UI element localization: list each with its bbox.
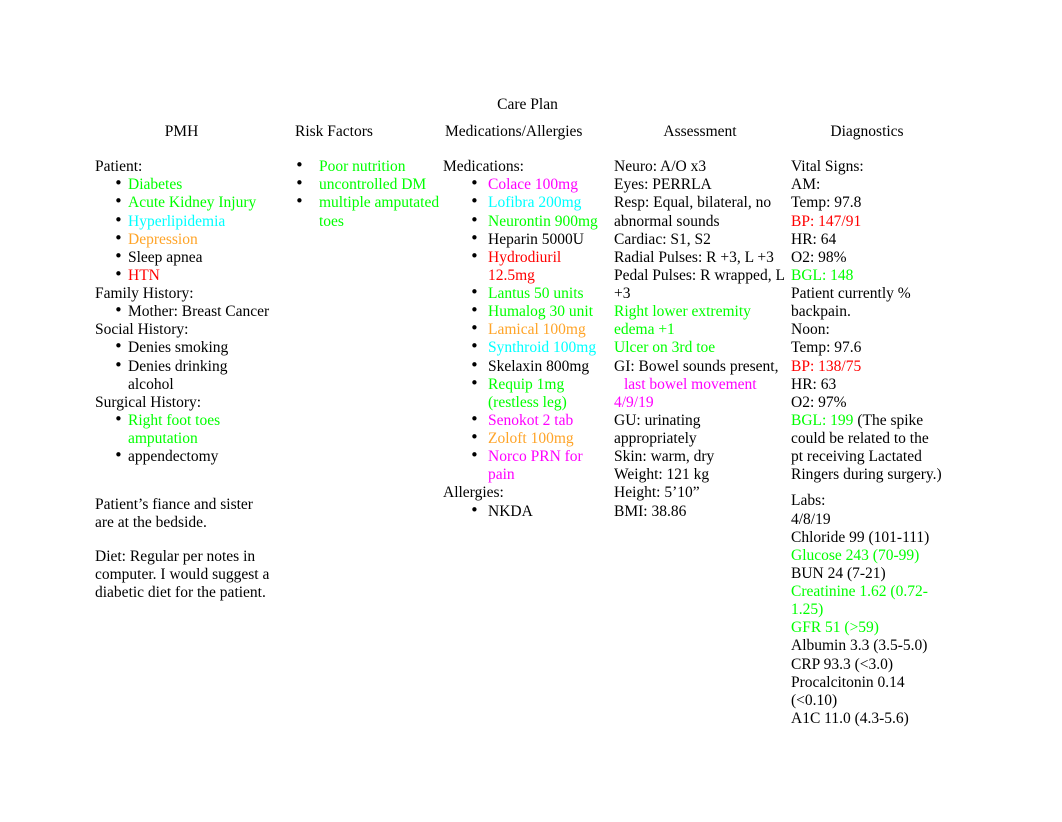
list-item: Poor nutrition [290,157,440,176]
assessment-gi-highlight: last bowel movement 4/9/19 [614,375,757,411]
diagnostics-bgl-noon-line: BGL: 199 (The spike could be related to … [791,412,943,485]
assessment-lines: Neuro: A/O x3 Eyes: PERRLA Resp: Equal, bi… [614,158,786,357]
text-line: HR: 64 [791,230,837,248]
list-item: Denies smoking [95,338,270,357]
column-pmh: PMH Patient: DiabetesAcute Kidney Injury… [95,123,270,602]
text-line: BUN 24 (7-21) [791,564,886,582]
pmh-note-family: Patient’s fiance and sister are at the b… [95,496,253,532]
pmh-family-history-list: Mother: Breast Cancer [95,302,270,321]
list-item: Denies drinking alcohol [95,356,270,394]
medications-list: Colace 100mgLofibra 200mgNeurontin 900mg… [443,175,611,484]
text-line: Pedal Pulses: R wrapped, L +3 [614,266,785,302]
column-heading-medications: Medications/Allergies [445,123,583,140]
text-line: Patient currently % backpain. [791,285,911,321]
list-item: Mother: Breast Cancer [95,302,270,321]
column-heading-assessment: Assessment [663,123,737,140]
diagnostics-vitals-label: Vital Signs: [791,158,864,176]
assessment-gi-prefix: GI: Bowel sounds present, [614,357,779,375]
text-line: CRP 93.3 (<3.0) [791,655,894,673]
column-risk-factors: Risk Factors Poor nutritionuncontrolled … [290,123,440,231]
text-line: Skin: warm, dry [614,448,715,466]
risk-factors-list: Poor nutritionuncontrolled DMmultiple am… [290,157,440,231]
text-line: GU: urinating appropriately [614,411,701,447]
list-item: multiple amputated toes [290,193,440,230]
medications-label: Medications: [443,158,524,176]
diagnostics-am-label: AM: [791,176,821,194]
list-item: HTN [95,266,270,285]
list-item: appendectomy [95,447,270,466]
text-line: Height: 5’10” [614,484,700,502]
pmh-patient-list: DiabetesAcute Kidney InjuryHyperlipidemi… [95,175,270,285]
text-line: Temp: 97.8 [791,194,862,212]
diagnostics-labs-lines: Chloride 99 (101-111) Glucose 243 (70-99)… [791,529,943,728]
diagnostics-labs-date: 4/8/19 [791,510,831,528]
text-line: Eyes: PERRLA [614,176,712,194]
pmh-surgical-history-list: Right foot toes amputationappendectomy [95,411,270,466]
list-item: Acute Kidney Injury [95,193,270,212]
diagnostics-bgl-noon-value: BGL: 199 [791,411,854,429]
list-item: Lantus 50 units [443,284,611,303]
list-item: Colace 100mg [443,175,611,194]
list-item: Lofibra 200mg [443,193,611,212]
list-item: Neurontin 900mg [443,211,611,231]
diagnostics-am-lines: Temp: 97.8 BP: 147/91 HR: 64 O2: 98% BGL: 14… [791,194,943,321]
list-item: Norco PRN for pain [443,447,611,484]
diagnostics-noon-lines: Temp: 97.6 BP: 138/75 HR: 63 O2: 97% [791,339,943,412]
list-item: Right foot toes amputation [95,411,270,448]
list-item: NKDA [443,501,611,521]
column-heading-risk-factors: Risk Factors [295,123,373,140]
text-line: Radial Pulses: R +3, L +3 [614,248,774,266]
column-assessment: Assessment Neuro: A/O x3 Eyes: PERRLA Resp… [614,123,786,521]
list-item: Hyperlipidemia [95,211,270,231]
column-heading-pmh: PMH [164,123,199,140]
text-line: Temp: 97.6 [791,339,862,357]
text-line: Cardiac: S1, S2 [614,230,711,248]
text-line: O2: 98% [791,248,847,266]
list-item: Senokot 2 tab [443,411,611,430]
list-item: Lamical 100mg [443,320,611,339]
assessment-lines-after: GU: urinating appropriately Skin: warm, d… [614,412,786,521]
list-item: Skelaxin 800mg [443,356,611,376]
text-line: GFR 51 (>59) [791,619,879,637]
allergies-list: NKDA [443,501,611,521]
text-line: Procalcitonin 0.14 (<0.10) [791,673,905,709]
text-line: BP: 147/91 [791,212,862,230]
page-title: Care Plan [497,96,558,113]
text-line: Ulcer on 3rd toe [614,339,716,357]
list-item: Humalog 30 unit [443,302,611,321]
column-diagnostics: Diagnostics Vital Signs: AM: Temp: 97.8 B… [791,123,943,728]
text-line: A1C 11.0 (4.3-5.6) [791,709,909,727]
text-line: BMI: 38.86 [614,502,687,520]
list-item: uncontrolled DM [290,175,440,194]
list-item: Zoloft 100mg [443,429,611,448]
diagnostics-noon-label: Noon: [791,321,830,339]
text-line: Weight: 121 kg [614,466,710,484]
text-line: BP: 138/75 [791,357,862,375]
list-item: Hydrodiuril 12.5mg [443,248,611,285]
text-line: O2: 97% [791,393,847,411]
care-plan-document: Care Plan PMH Patient: DiabetesAcute Kid… [0,0,1062,822]
diagnostics-labs-label: Labs: [791,492,826,510]
allergies-label: Allergies: [443,484,504,502]
assessment-gi-line: GI: Bowel sounds present,last bowel move… [614,358,786,412]
text-line: Neuro: A/O x3 [614,158,707,176]
text-line: Glucose 243 (70-99) [791,546,920,564]
text-line: HR: 63 [791,375,837,393]
list-item: Heparin 5000U [443,230,611,249]
text-line: Creatinine 1.62 (0.72-1.25) [791,583,928,619]
text-line: Resp: Equal, bilateral, no abnormal soun… [614,194,772,230]
column-heading-diagnostics: Diagnostics [830,123,904,140]
text-line: Albumin 3.3 (3.5-5.0) [791,637,928,655]
text-line: Chloride 99 (101-111) [791,528,930,546]
text-line: BGL: 148 [791,266,854,284]
column-medications-allergies: Medications/Allergies Medications: Colac… [443,123,611,521]
list-item: Synthroid 100mg [443,338,611,357]
pmh-social-history-list: Denies smokingDenies drinking alcohol [95,338,270,394]
text-line: Right lower extremity edema +1 [614,303,751,339]
pmh-note-diet: Diet: Regular per notes in computer. I w… [95,547,270,601]
list-item: Requip 1mg (restless leg) [443,375,611,412]
